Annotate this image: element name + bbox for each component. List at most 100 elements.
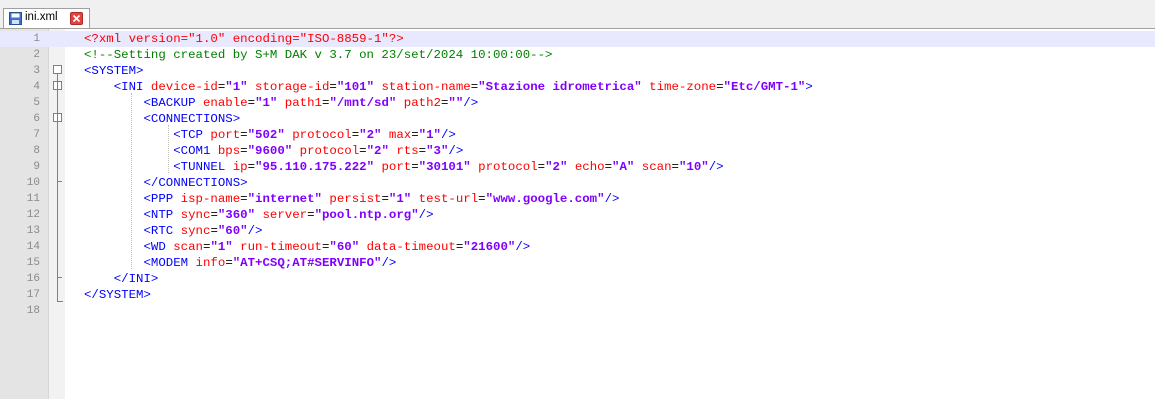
code-token: <INI [113,80,144,94]
code-line[interactable]: 4 <INI device-id="1" storage-id="101" st… [0,79,1155,95]
code-token: = [671,160,679,174]
code-token: /> [515,240,531,254]
code-token: "1" [210,240,233,254]
code-token: "30101" [418,160,471,174]
code-token: = [716,80,724,94]
code-token: echo [567,160,605,174]
code-token: persist [321,192,382,206]
code-token: = [210,208,218,222]
code-token: "21600" [463,240,516,254]
code-token: bps [210,144,241,158]
code-token: "2" [366,144,389,158]
code-line[interactable]: 7 <TCP port="502" protocol="2" max="1"/> [0,127,1155,143]
code-line[interactable]: 5 <BACKUP enable="1" path1="/mnt/sd" pat… [0,95,1155,111]
code-token: server [255,208,308,222]
line-number: 18 [26,305,40,317]
tab-bar: ini.xml [0,6,1155,29]
code-token: <RTC [143,224,174,238]
line-number: 13 [26,225,40,237]
code-token: </SYSTEM> [84,288,151,302]
code-token: <CONNECTIONS> [143,112,241,126]
code-text: </SYSTEM> [84,287,151,303]
code-token: <WD [143,240,166,254]
code-token: protocol [284,128,352,142]
code-token: = [240,128,248,142]
code-text: <COM1 bps="9600" protocol="2" rts="3"/> [84,143,463,159]
code-text: <INI device-id="1" storage-id="101" stat… [84,79,813,95]
code-token: = [247,160,256,174]
code-token: = [329,80,337,94]
code-token: scan [634,160,672,174]
line-number: 10 [26,177,40,189]
code-token: /> [247,224,263,238]
code-token: /> [708,160,724,174]
code-text: <NTP sync="360" server="pool.ntp.org"/> [84,207,434,223]
code-token: port [374,160,412,174]
code-token: = [381,192,389,206]
code-token: "AT+CSQ;AT#SERVINFO" [232,256,382,270]
code-token: = [247,96,256,110]
code-token: "10" [678,160,709,174]
save-icon [9,12,22,25]
close-icon[interactable] [70,12,83,25]
code-token: ip [225,160,248,174]
code-token: "3" [426,144,449,158]
code-token: "9600" [247,144,293,158]
code-token: > [805,80,813,94]
code-token: "www.google.com" [485,192,605,206]
code-line[interactable]: 6 <CONNECTIONS> [0,111,1155,127]
code-token: <COM1 [173,144,211,158]
code-token: /> [381,256,397,270]
tab-ini-xml[interactable]: ini.xml [3,8,90,28]
code-line[interactable]: 14 <WD scan="1" run-timeout="60" data-ti… [0,239,1155,255]
line-number: 16 [26,273,40,285]
code-text: <RTC sync="60"/> [84,223,263,239]
code-line[interactable]: 10 </CONNECTIONS> [0,175,1155,191]
code-line[interactable]: 17 </SYSTEM> [0,287,1155,303]
code-token: /> [418,208,434,222]
code-token: "2" [545,160,568,174]
code-token: </CONNECTIONS> [143,176,248,190]
code-token: = [418,144,427,158]
code-line[interactable]: 8 <COM1 bps="9600" protocol="2" rts="3"/… [0,143,1155,159]
line-number: 6 [33,113,40,125]
code-line[interactable]: 2 <!--Setting created by S+M DAK v 3.7 on… [0,47,1155,63]
code-text: <!--Setting created by S+M DAK v 3.7 on … [84,47,552,63]
code-line[interactable]: 12 <NTP sync="360" server="pool.ntp.org"… [0,207,1155,223]
code-line[interactable]: 13 <RTC sync="60"/> [0,223,1155,239]
code-token: time-zone [641,80,717,94]
code-token: /> [463,96,479,110]
code-token: <PPP [143,192,174,206]
code-text: </CONNECTIONS> [84,175,248,191]
code-line[interactable]: 9 <TUNNEL ip="95.110.175.222" port="3010… [0,159,1155,175]
line-number: 9 [33,161,40,173]
code-token: isp-name [173,192,241,206]
code-token: rts [388,144,419,158]
code-text: <CONNECTIONS> [84,111,241,127]
code-line[interactable]: 1 <?xml version="1.0" encoding="ISO-8859-… [0,31,1155,47]
code-token: "60" [329,240,360,254]
code-token: <TUNNEL [173,160,226,174]
code-token: = [411,128,419,142]
code-line[interactable]: 16 </INI> [0,271,1155,287]
code-token: data-timeout [359,240,456,254]
code-token: protocol [292,144,360,158]
code-text: <MODEM info="AT+CSQ;AT#SERVINFO"/> [84,255,397,271]
code-token: </INI> [113,272,159,286]
code-line[interactable]: 15 <MODEM info="AT+CSQ;AT#SERVINFO"/> [0,255,1155,271]
code-token: = [359,144,367,158]
code-token: path2 [396,96,441,110]
code-line[interactable]: 18 [0,303,1155,319]
code-editor[interactable]: 1 <?xml version="1.0" encoding="ISO-8859-… [0,29,1155,399]
code-token: "60" [217,224,248,238]
code-line[interactable]: 11 <PPP isp-name="internet" persist="1" … [0,191,1155,207]
code-token: = [240,192,248,206]
code-token: /> [604,192,620,206]
code-token: <MODEM [143,256,189,270]
code-token: = [210,224,218,238]
code-token: "A" [612,160,635,174]
code-token: port [202,128,241,142]
code-token: "101" [336,80,375,94]
code-line[interactable]: 3 <SYSTEM> [0,63,1155,79]
code-token: <NTP [143,208,174,222]
